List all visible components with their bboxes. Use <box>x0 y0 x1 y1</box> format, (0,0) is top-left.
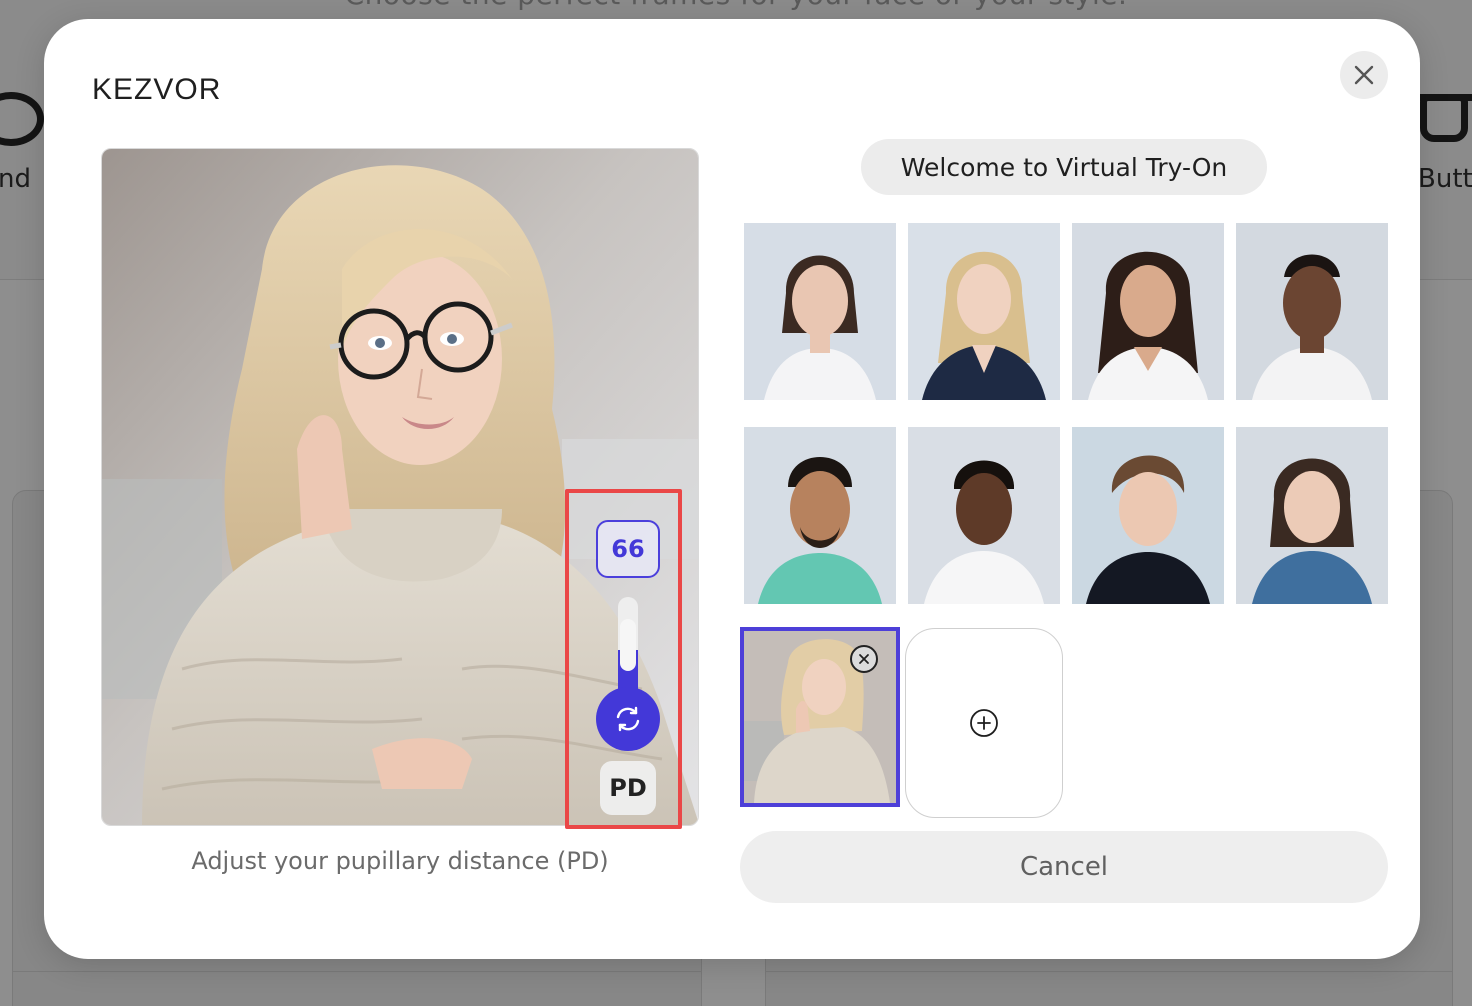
model-thumbnail-5[interactable] <box>744 427 896 604</box>
refresh-icon <box>616 706 640 732</box>
pd-caption: Adjust your pupillary distance (PD) <box>191 847 609 875</box>
cancel-button[interactable]: Cancel <box>740 831 1388 903</box>
pd-value-badge: 66 <box>596 520 660 578</box>
model-thumbnail-2[interactable] <box>908 223 1060 400</box>
background-label-right: Butt <box>1418 164 1472 194</box>
model-portrait <box>1072 223 1224 400</box>
welcome-title-text: Welcome to Virtual Try-On <box>900 152 1228 182</box>
model-thumbnail-4[interactable] <box>1236 223 1388 400</box>
model-thumbnail-1[interactable] <box>744 223 896 400</box>
model-portrait <box>744 427 896 604</box>
model-thumbnail-6[interactable] <box>908 427 1060 604</box>
pd-label: PD <box>600 761 656 815</box>
model-portrait <box>908 427 1060 604</box>
pd-slider-knob[interactable] <box>596 687 660 751</box>
model-thumbnail-3[interactable] <box>1072 223 1224 400</box>
model-portrait <box>1236 427 1388 604</box>
background-label-left: nd <box>0 164 31 194</box>
welcome-title: Welcome to Virtual Try-On <box>861 139 1267 195</box>
add-photo-button[interactable] <box>905 628 1063 818</box>
background-heading: Choose the perfect frames for your face … <box>0 0 1472 11</box>
model-thumbnail-8[interactable] <box>1236 427 1388 604</box>
model-portrait <box>1072 427 1224 604</box>
close-button[interactable] <box>1340 51 1388 99</box>
model-portrait <box>744 223 896 400</box>
square-frame-icon <box>1420 94 1468 142</box>
remove-photo-button[interactable] <box>850 645 878 673</box>
brand-logo: KEZVOR <box>92 73 222 106</box>
square-frame-bridge <box>1418 94 1472 101</box>
model-portrait <box>908 223 1060 400</box>
virtual-try-on-modal: KEZVOR 66 PD Adjust your pupillary dista… <box>44 19 1420 959</box>
close-icon <box>1354 65 1374 85</box>
model-portrait <box>1236 223 1388 400</box>
plus-circle-icon <box>970 709 998 737</box>
model-thumbnail-7[interactable] <box>1072 427 1224 604</box>
pd-slider-handle[interactable] <box>620 619 636 671</box>
close-icon <box>859 654 869 664</box>
